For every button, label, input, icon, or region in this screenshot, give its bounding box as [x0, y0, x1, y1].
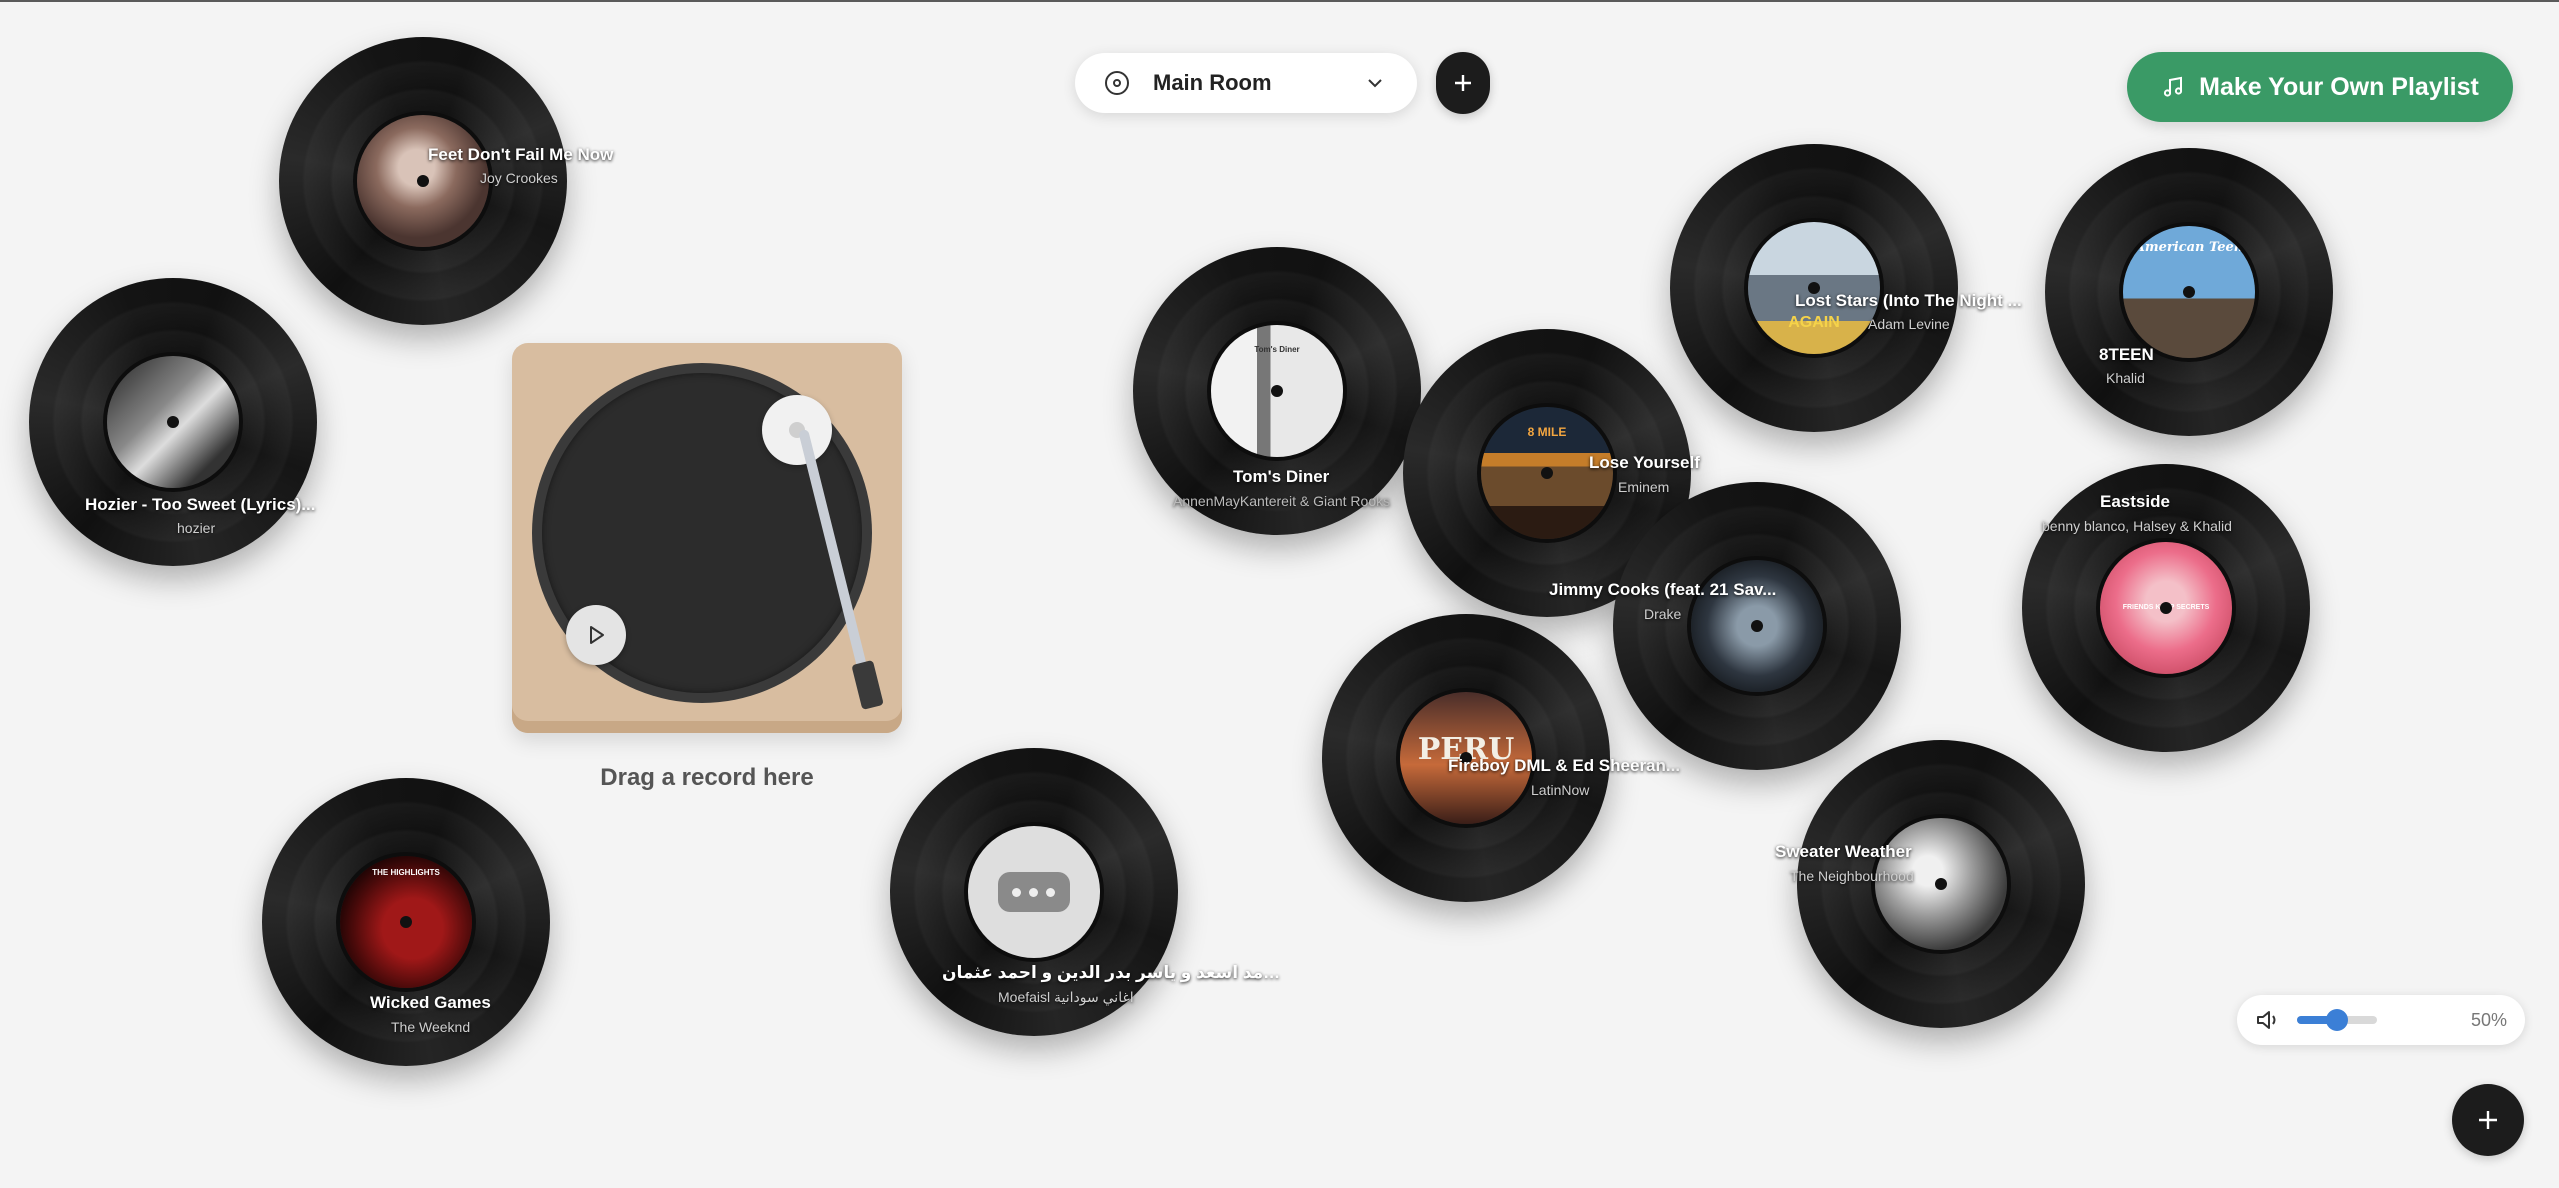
record-too-sweet[interactable]: Hozier - Too Sweet (Lyrics)... hozier [29, 278, 317, 566]
drag-hint: Drag a record here [600, 764, 814, 791]
album-art [1875, 818, 2007, 950]
record-peru[interactable]: PERU Fireboy DML & Ed Sheeran... LatinNo… [1322, 614, 1680, 902]
album-art [968, 826, 1100, 958]
play-icon [590, 626, 604, 644]
speaker-icon[interactable] [2255, 1008, 2281, 1032]
room-selector-value: Main Room [1153, 70, 1272, 95]
album-art [107, 356, 239, 488]
volume-slider[interactable] [2297, 1009, 2377, 1031]
record-lost-stars[interactable]: AGAIN Lost Stars (Into The Night ... Ada… [1670, 144, 2022, 432]
album-art-text: THE HIGHLIGHTS [372, 868, 440, 877]
album-art: 8 MILE [1481, 407, 1613, 539]
album-art-text: AGAIN [1788, 314, 1840, 331]
record-title: Fireboy DML & Ed Sheeran... [1448, 756, 1681, 775]
more-icon [998, 872, 1070, 912]
volume-handle[interactable] [2326, 1009, 2348, 1031]
make-playlist-button[interactable]: Make Your Own Playlist [2127, 52, 2513, 122]
album-art: FRIENDS KEEP SECRETS [2100, 542, 2232, 674]
record-artist: hozier [177, 520, 216, 536]
room-selector[interactable]: Main Room [1075, 53, 1417, 113]
album-art-text: Tom's Diner [1254, 345, 1300, 354]
record-title: Hozier - Too Sweet (Lyrics)... [85, 495, 316, 514]
record-artist: Adam Levine [1868, 316, 1950, 332]
tonearm-base [762, 395, 832, 465]
record-artist: benny blanco, Halsey & Khalid [2042, 518, 2232, 534]
record-title: …مد اسعد و ياسر بدر الدين و احمد عثمان [942, 963, 1281, 982]
album-art-text: American Teen [2134, 240, 2244, 255]
record-artist: The Neighbourhood [1790, 868, 1914, 884]
record-artist: LatinNow [1531, 782, 1590, 798]
add-record-button[interactable] [2452, 1084, 2524, 1156]
record-title: Wicked Games [370, 993, 491, 1012]
play-button[interactable] [566, 605, 626, 665]
record-jimmy-cooks[interactable]: Jimmy Cooks (feat. 21 Sav... Drake [1549, 482, 1901, 770]
record-artist: The Weeknd [391, 1019, 471, 1035]
record-title: 8TEEN [2099, 345, 2154, 364]
record-toms-diner[interactable]: Tom's Diner Tom's Diner AnnenMayKanterei… [1133, 247, 1421, 535]
record-title: Jimmy Cooks (feat. 21 Sav... [1549, 580, 1777, 599]
record-title: Lost Stars (Into The Night ... [1795, 291, 2022, 310]
album-art [357, 115, 489, 247]
record-artist: Khalid [2106, 370, 2145, 386]
record-title: Eastside [2100, 492, 2170, 511]
album-art: THE HIGHLIGHTS [340, 856, 472, 988]
record-title: Tom's Diner [1233, 467, 1330, 486]
chevron-down-icon [1368, 79, 1382, 88]
record-artist: Drake [1644, 606, 1682, 622]
record-title: Feet Don't Fail Me Now [428, 145, 614, 164]
album-art: AGAIN [1748, 222, 1880, 354]
record-artist: Joy Crookes [480, 170, 558, 186]
album-art-text: 8 MILE [1527, 425, 1567, 439]
record-wicked-games[interactable]: THE HIGHLIGHTS Wicked Games The Weeknd [262, 778, 550, 1066]
record-artist: Moefaisl اغاني سودانية [998, 989, 1134, 1005]
record-8teen[interactable]: American Teen 8TEEN Khalid [2045, 148, 2333, 436]
record-artist: AnnenMayKantereit & Giant Rooks [1173, 493, 1391, 509]
tonearm-head [851, 659, 884, 710]
music-note-icon [2164, 76, 2183, 97]
album-art: American Teen [2123, 226, 2255, 358]
record-eastside[interactable]: FRIENDS KEEP SECRETS Eastside benny blan… [2022, 464, 2310, 752]
record-title: Lose Yourself [1589, 453, 1700, 472]
record-artist: Eminem [1618, 479, 1670, 495]
disc-icon [1105, 71, 1129, 95]
plus-icon [2479, 1111, 2497, 1129]
volume-percent: 50% [2470, 1009, 2507, 1030]
make-playlist-label: Make Your Own Playlist [2199, 72, 2479, 101]
turntable[interactable] [512, 343, 902, 733]
record-title: Sweater Weather [1775, 842, 1912, 861]
record-feet-dont-fail-me-now[interactable]: Feet Don't Fail Me Now Joy Crookes [279, 37, 613, 325]
volume-control[interactable]: 50% [2237, 995, 2525, 1045]
record-sweater-weather[interactable]: Sweater Weather The Neighbourhood [1775, 740, 2085, 1028]
plus-icon [1455, 75, 1471, 91]
add-room-button[interactable] [1436, 52, 1490, 114]
record-moefaisl[interactable]: …مد اسعد و ياسر بدر الدين و احمد عثمان M… [890, 748, 1280, 1036]
album-art: Tom's Diner [1211, 325, 1343, 457]
